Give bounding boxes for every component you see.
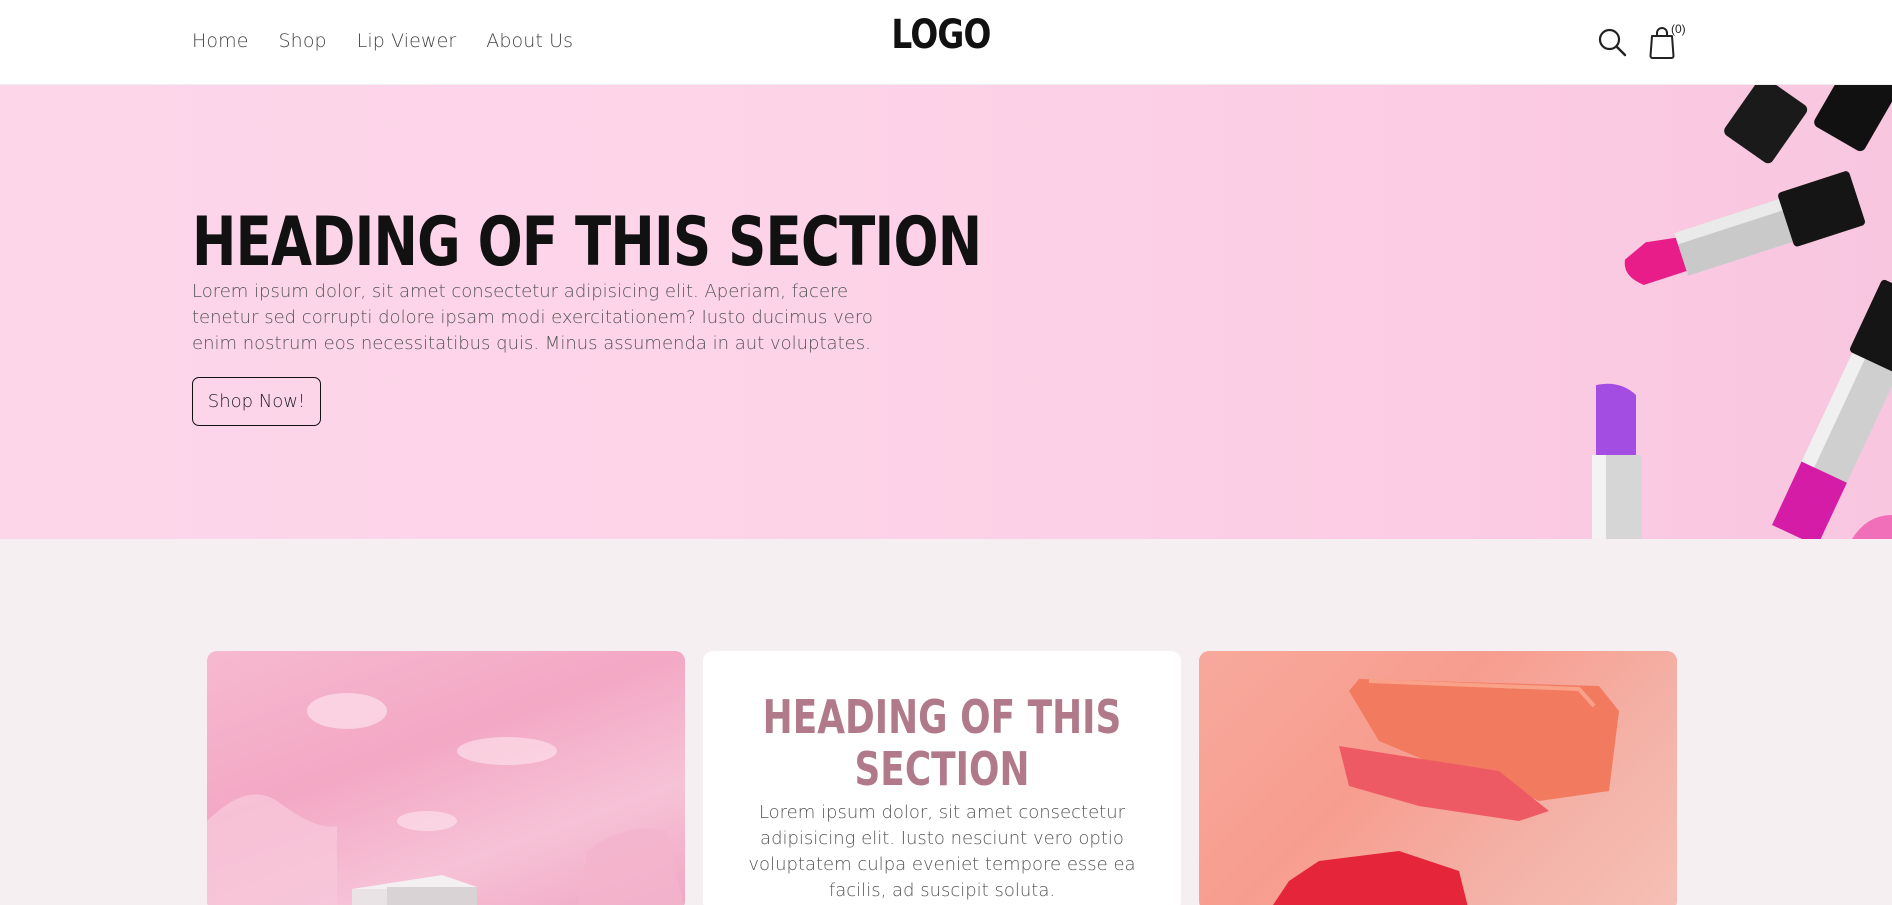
site-header: Home Shop Lip Viewer About Us LOGO (0)	[0, 0, 1892, 85]
section-description: Lorem ipsum dolor, sit amet consectetur …	[748, 802, 1136, 901]
hero-description: Lorem ipsum dolor, sit amet consectetur …	[192, 281, 873, 354]
feature-text-card: HEADING OF THIS SECTION Lorem ipsum dolo…	[703, 651, 1181, 905]
pedestal-image-card	[207, 651, 685, 905]
logo[interactable]: LOGO	[169, 12, 1712, 58]
cart-count-badge: (0)	[1671, 22, 1686, 36]
lipstick-swatch-image	[1273, 679, 1619, 905]
shop-now-button[interactable]: Shop Now!	[192, 377, 321, 426]
lipsticks-image	[1592, 85, 1892, 539]
search-icon[interactable]	[1597, 27, 1627, 57]
hero-banner: HEADING OF THIS SECTION Lorem ipsum dolo…	[0, 85, 1892, 539]
pink-pedestal-image	[207, 693, 684, 905]
section-heading: HEADING OF THIS SECTION	[762, 690, 1122, 796]
swatch-image-card	[1199, 651, 1677, 905]
hero-heading: HEADING OF THIS SECTION	[192, 203, 982, 282]
